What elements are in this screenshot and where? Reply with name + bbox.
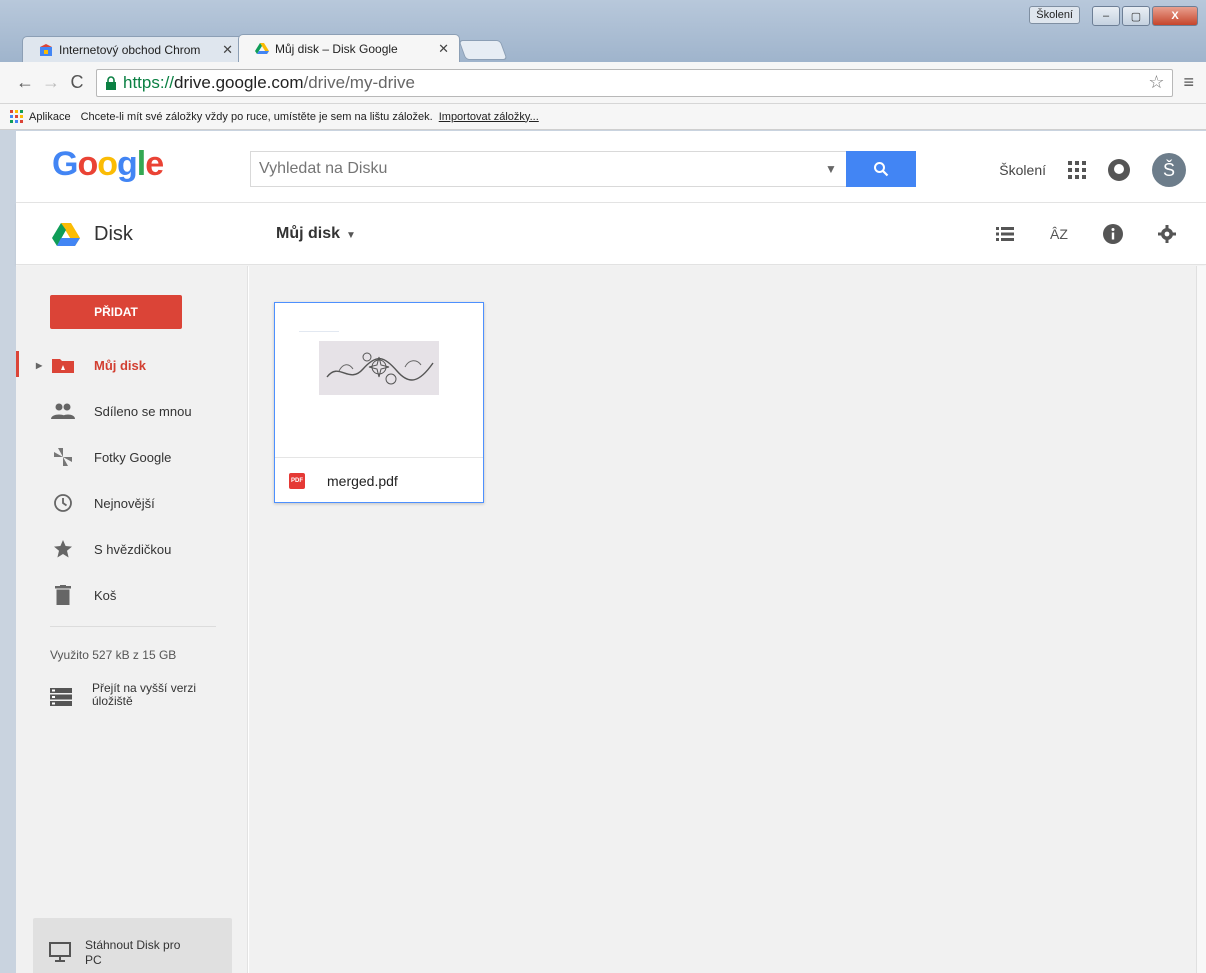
sidebar-item-label: Fotky Google [94,449,172,465]
url-scheme: https:// [123,72,175,92]
minimize-button[interactable]: – [1092,6,1120,26]
caret-down-icon: ▼ [346,230,356,241]
thumbnail-text-line: ―――――――――― [299,328,339,333]
google-apps-icon[interactable] [1068,161,1086,179]
new-tab-button[interactable] [458,40,508,60]
drive-favicon-icon [255,42,269,54]
url-host: drive.google.com [174,72,304,92]
sort-az-icon[interactable]: ÂZ [1048,223,1070,245]
my-drive-icon [50,355,76,375]
search-icon [874,162,889,177]
location-label: Můj disk [276,225,341,242]
drive-toolbar: Disk Můj disk ▼ ÂZ [16,203,1206,265]
location-dropdown[interactable]: Můj disk ▼ [276,225,356,243]
file-name: merged.pdf [327,472,398,489]
view-tools: ÂZ [994,223,1178,245]
reload-icon[interactable]: C [64,72,90,93]
tab-close-icon[interactable]: ✕ [222,42,233,58]
expand-arrow-icon[interactable]: ▶ [36,361,42,370]
upgrade-label: Přejít na vyšší verzi úložiště [92,681,197,708]
maximize-button[interactable]: ▢ [1122,6,1150,26]
google-logo[interactable]: Google [52,145,164,184]
sidebar-item-recent[interactable]: Nejnovější [16,480,248,526]
storage-icon [50,682,76,709]
back-arrow-icon[interactable]: ← [12,72,38,93]
sidebar-item-label: S hvězdičkou [94,541,172,557]
thumbnail-ornament-image [319,341,439,395]
sidebar: PŘIDAT ▶ Můj disk Sdíleno se mnou Fotky … [16,266,248,973]
address-bar-row: ← → C https:// drive.google.com /drive/m… [0,62,1206,104]
search-box: ▼ [250,151,916,187]
sidebar-divider [50,626,216,627]
storage-quota: Využito 527 kB z 15 GB [50,648,177,662]
tab-my-drive[interactable]: Můj disk – Disk Google ✕ [238,34,460,62]
sidebar-item-label: Nejnovější [94,495,155,511]
notifications-bell-icon[interactable] [1108,159,1130,181]
info-icon[interactable] [1102,223,1124,245]
tab-close-icon[interactable]: ✕ [438,41,449,57]
bookmarks-hint: Chcete-li mít své záložky vždy po ruce, … [80,110,433,123]
url-path: /drive/my-drive [303,72,415,92]
lock-icon [106,75,116,90]
star-icon [50,539,76,559]
trash-icon [50,585,76,605]
download-label: Stáhnout Disk pro PC [85,938,181,967]
sidebar-item-photos[interactable]: Fotky Google [16,434,248,480]
apps-link[interactable]: Aplikace [29,111,71,123]
url-field[interactable]: https:// drive.google.com /drive/my-driv… [96,68,1174,97]
product-name: Disk [94,223,133,245]
sidebar-item-trash[interactable]: Koš [16,572,248,618]
monitor-icon [49,941,71,965]
list-view-icon[interactable] [994,223,1016,245]
file-thumbnail: ―――――――――― [275,303,483,458]
pdf-file-icon: PDF [289,472,305,489]
profile-badge[interactable]: Školení [1029,6,1080,24]
sidebar-item-starred[interactable]: S hvězdičkou [16,526,248,572]
vertical-scrollbar[interactable] [1196,266,1206,973]
account-area: Školení Š [999,153,1186,187]
tab-title: Můj disk – Disk Google [275,41,398,56]
clock-icon [50,493,76,513]
search-button[interactable] [846,151,916,187]
sidebar-item-label: Můj disk [94,357,147,373]
tab-chrome-store[interactable]: Internetový obchod Chrom ✕ [22,36,244,62]
drive-app: Google ▼ Školení Š Disk Můj disk ▼ [16,131,1206,973]
settings-gear-icon[interactable] [1156,223,1178,245]
account-name[interactable]: Školení [999,162,1046,178]
tab-title: Internetový obchod Chrom [59,42,201,57]
google-header: Google ▼ Školení Š [16,131,1206,203]
download-drive-for-pc[interactable]: Stáhnout Disk pro PC [33,918,232,973]
sidebar-item-label: Sdíleno se mnou [94,403,192,419]
chrome-store-icon [40,43,52,56]
browser-titlebar: Internetový obchod Chrom ✕ Můj disk – Di… [0,0,1206,62]
sidebar-item-my-drive[interactable]: ▶ Můj disk [16,342,248,388]
window-controls: Školení – ▢ X [1029,6,1198,26]
sidebar-item-label: Koš [94,587,117,603]
new-button[interactable]: PŘIDAT [50,295,182,329]
drive-logo-icon [52,223,80,246]
file-card-footer: PDF merged.pdf [275,458,483,503]
shared-people-icon [50,401,76,421]
bookmark-star-icon[interactable]: ☆ [1148,72,1164,93]
forward-arrow-icon[interactable]: → [38,72,64,93]
search-input[interactable] [251,152,816,186]
photos-pinwheel-icon [50,447,76,467]
sidebar-nav: ▶ Můj disk Sdíleno se mnou Fotky Google [16,342,248,618]
browser-menu-icon[interactable]: ≡ [1183,72,1194,93]
import-bookmarks-link[interactable]: Importovat záložky... [439,111,539,123]
apps-grid-icon [10,110,23,123]
file-area: ―――――――――― PDF merged.pdf [249,266,1196,973]
avatar[interactable]: Š [1152,153,1186,187]
sidebar-item-shared[interactable]: Sdíleno se mnou [16,388,248,434]
file-card[interactable]: ―――――――――― PDF merged.pdf [274,302,484,503]
close-window-button[interactable]: X [1152,6,1198,26]
upgrade-storage-link[interactable]: Přejít na vyšší verzi úložiště [50,682,202,709]
tab-strip: Internetový obchod Chrom ✕ Můj disk – Di… [22,34,508,62]
bookmarks-bar: Aplikace Chcete-li mít své záložky vždy … [0,104,1206,130]
search-options-dropdown-icon[interactable]: ▼ [816,162,846,176]
